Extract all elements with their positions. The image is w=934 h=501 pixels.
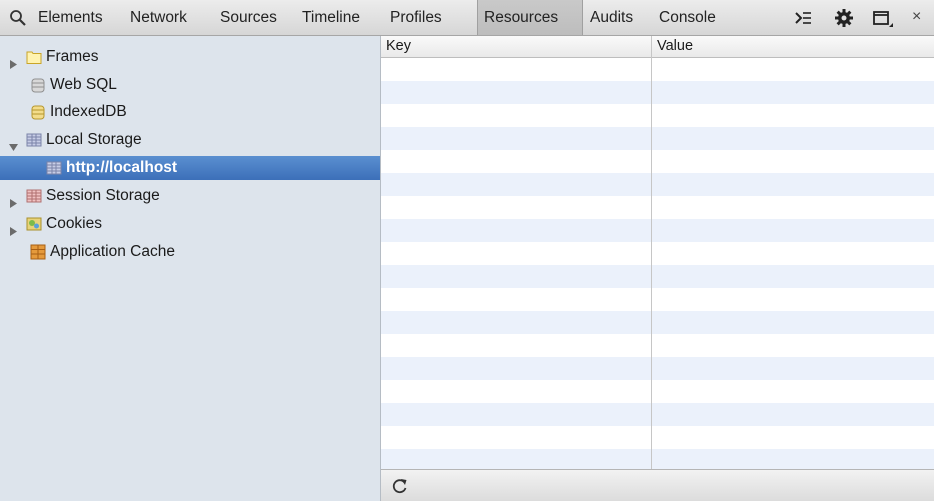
expand-arrow-icon[interactable] — [9, 220, 18, 236]
refresh-icon[interactable] — [391, 477, 409, 495]
table-icon — [26, 188, 42, 204]
table-row[interactable] — [381, 334, 934, 357]
tab-profiles[interactable]: Profiles — [390, 0, 442, 35]
expand-arrow-icon[interactable] — [9, 192, 18, 208]
sidebar-item-label: Application Cache — [50, 243, 175, 260]
table-row[interactable] — [381, 311, 934, 334]
settings-gear-icon[interactable] — [834, 8, 854, 28]
tab-audits[interactable]: Audits — [590, 0, 633, 35]
sidebar-item-web-sql[interactable]: Web SQL — [0, 73, 380, 97]
database-icon — [30, 77, 46, 93]
folder-icon — [26, 49, 42, 65]
table-row[interactable] — [381, 449, 934, 469]
table-row[interactable] — [381, 380, 934, 403]
grid-header: Key Value — [381, 36, 934, 58]
close-icon[interactable]: × — [912, 7, 932, 27]
column-header-key[interactable]: Key — [381, 36, 651, 57]
table-row[interactable] — [381, 288, 934, 311]
dock-icon[interactable] — [872, 8, 893, 28]
tab-elements[interactable]: Elements — [38, 0, 103, 35]
table-icon — [46, 160, 62, 176]
resources-sidebar: Frames Web SQL IndexedDB Local Storage h… — [0, 36, 381, 501]
grid-status-bar — [381, 469, 934, 501]
sidebar-item-session-storage[interactable]: Session Storage — [0, 184, 380, 208]
expand-arrow-icon[interactable] — [9, 53, 18, 69]
collapse-arrow-icon[interactable] — [9, 136, 18, 151]
table-row[interactable] — [381, 81, 934, 104]
grid-rows — [381, 58, 934, 469]
devtools-toolbar: Elements Network Sources Timeline Profil… — [0, 0, 934, 36]
sidebar-item-label: Local Storage — [46, 131, 142, 148]
sidebar-item-label: IndexedDB — [50, 103, 127, 120]
tab-resources[interactable]: Resources — [477, 0, 583, 35]
sidebar-item-indexeddb[interactable]: IndexedDB — [0, 100, 380, 124]
tab-timeline[interactable]: Timeline — [302, 0, 360, 35]
column-header-value[interactable]: Value — [652, 36, 934, 57]
console-drawer-icon[interactable] — [793, 8, 813, 28]
column-divider[interactable] — [651, 36, 652, 469]
sidebar-item-application-cache[interactable]: Application Cache — [0, 240, 380, 264]
tab-console[interactable]: Console — [659, 0, 716, 35]
table-row[interactable] — [381, 219, 934, 242]
table-row[interactable] — [381, 426, 934, 449]
search-icon[interactable] — [8, 8, 28, 28]
sidebar-item-label: Cookies — [46, 215, 102, 232]
sidebar-item-local-storage[interactable]: Local Storage — [0, 128, 380, 152]
table-row[interactable] — [381, 196, 934, 219]
tab-sources[interactable]: Sources — [220, 0, 277, 35]
table-row[interactable] — [381, 357, 934, 380]
storage-data-grid: Key Value — [381, 36, 934, 469]
sidebar-item-label: http://localhost — [66, 159, 178, 176]
table-row[interactable] — [381, 173, 934, 196]
app-cache-icon — [30, 244, 46, 260]
table-row[interactable] — [381, 403, 934, 426]
sidebar-item-cookies[interactable]: Cookies — [0, 212, 380, 236]
sidebar-item-localhost[interactable]: http://localhost — [0, 156, 380, 180]
database-icon — [30, 104, 46, 120]
table-row[interactable] — [381, 265, 934, 288]
sidebar-item-label: Web SQL — [50, 76, 117, 93]
sidebar-item-label: Frames — [46, 48, 99, 65]
table-row[interactable] — [381, 58, 934, 81]
sidebar-item-frames[interactable]: Frames — [0, 45, 380, 69]
table-row[interactable] — [381, 150, 934, 173]
tab-network[interactable]: Network — [130, 0, 187, 35]
sidebar-item-label: Session Storage — [46, 187, 160, 204]
table-row[interactable] — [381, 104, 934, 127]
cookie-icon — [26, 216, 42, 232]
table-row[interactable] — [381, 127, 934, 150]
table-icon — [26, 132, 42, 148]
table-row[interactable] — [381, 242, 934, 265]
